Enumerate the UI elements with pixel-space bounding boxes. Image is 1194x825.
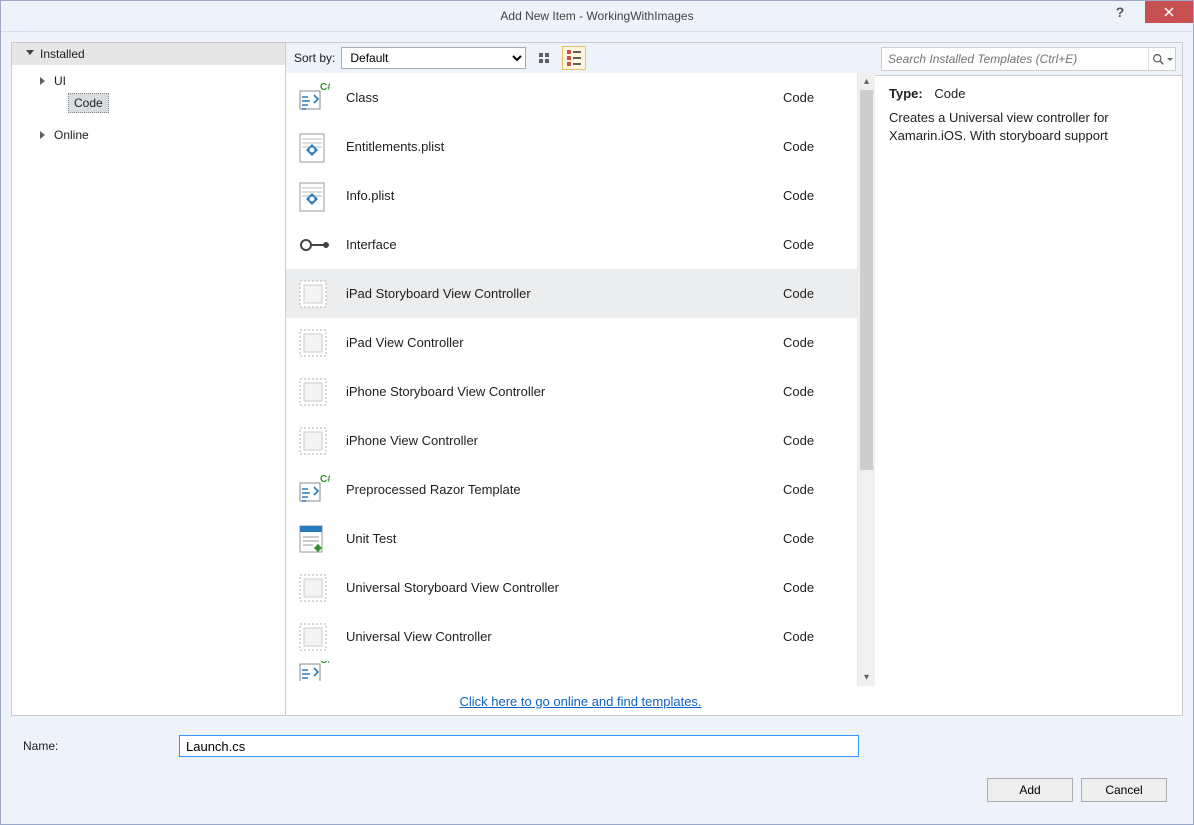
viewcontroller-icon [296, 326, 330, 360]
online-link-row: Click here to go online and find templat… [286, 686, 875, 715]
template-category: Code [783, 433, 843, 448]
name-label: Name: [17, 739, 169, 753]
viewcontroller-icon [296, 277, 330, 311]
plist-icon [296, 130, 330, 164]
view-small-icons-button[interactable] [562, 46, 586, 70]
cancel-button[interactable]: Cancel [1081, 778, 1167, 802]
template-row[interactable]: Class Code [286, 73, 857, 122]
search-input[interactable] [882, 52, 1148, 66]
template-category: Code [783, 482, 843, 497]
scrollbar[interactable]: ▴ ▾ [857, 73, 875, 686]
viewcontroller-icon [296, 620, 330, 654]
tree-node-ui[interactable]: UI [12, 71, 285, 91]
template-row[interactable]: Info.plist Code [286, 171, 857, 220]
csharp-class-icon [296, 661, 330, 681]
search-button[interactable] [1148, 48, 1175, 70]
name-row: Name: [11, 716, 1183, 766]
template-details: Type: Code Creates a Universal view cont… [875, 75, 1182, 715]
template-name: iPhone View Controller [346, 433, 767, 448]
template-category: Code [783, 629, 843, 644]
template-row[interactable]: iPad Storyboard View Controller Code [286, 269, 857, 318]
dialog-window: Add New Item - WorkingWithImages ? Insta… [0, 0, 1194, 825]
template-name: iPad View Controller [346, 335, 767, 350]
tree-node-code[interactable]: Code [68, 93, 109, 113]
viewcontroller-icon [296, 375, 330, 409]
titlebar: Add New Item - WorkingWithImages ? [1, 1, 1193, 32]
template-row[interactable] [286, 661, 857, 681]
template-category: Code [783, 531, 843, 546]
plist-icon [296, 179, 330, 213]
template-category: Code [783, 384, 843, 399]
template-row[interactable]: iPhone Storyboard View Controller Code [286, 367, 857, 416]
online-templates-link[interactable]: Click here to go online and find templat… [459, 694, 701, 709]
category-tree[interactable]: Installed UI Code Online [11, 42, 286, 716]
template-name: Unit Test [346, 531, 767, 546]
close-button[interactable] [1145, 1, 1193, 23]
template-row[interactable]: Universal View Controller Code [286, 612, 857, 661]
template-name: Interface [346, 237, 767, 252]
sort-select[interactable]: Default [341, 47, 526, 69]
unittest-icon [296, 522, 330, 556]
scroll-up-button[interactable]: ▴ [858, 73, 875, 90]
type-label: Type: [889, 86, 923, 101]
scroll-thumb[interactable] [860, 90, 873, 470]
template-category: Code [783, 188, 843, 203]
template-row[interactable]: Unit Test Code [286, 514, 857, 563]
interface-icon [296, 228, 330, 262]
name-input[interactable] [179, 735, 859, 757]
template-category: Code [783, 237, 843, 252]
template-name: iPhone Storyboard View Controller [346, 384, 767, 399]
window-title: Add New Item - WorkingWithImages [1, 9, 1193, 23]
scroll-down-button[interactable]: ▾ [858, 669, 875, 686]
template-name: Info.plist [346, 188, 767, 203]
search-box [881, 47, 1176, 71]
template-name: Universal Storyboard View Controller [346, 580, 767, 595]
template-name: Universal View Controller [346, 629, 767, 644]
type-description: Creates a Universal view controller for … [889, 109, 1168, 145]
list-icon [567, 50, 581, 66]
csharp-class-icon [296, 473, 330, 507]
type-value: Code [934, 86, 965, 101]
template-category: Code [783, 286, 843, 301]
template-category: Code [783, 90, 843, 105]
template-row[interactable]: iPad View Controller Code [286, 318, 857, 367]
template-row[interactable]: iPhone View Controller Code [286, 416, 857, 465]
tree-node-online[interactable]: Online [12, 125, 285, 145]
close-icon [1164, 7, 1174, 17]
template-name: iPad Storyboard View Controller [346, 286, 767, 301]
template-name: Entitlements.plist [346, 139, 767, 154]
csharp-class-icon [296, 81, 330, 115]
template-list[interactable]: ClassCodeEntitlements.plistCodeInfo.plis… [286, 73, 857, 686]
template-category: Code [783, 139, 843, 154]
template-category: Code [783, 580, 843, 595]
viewcontroller-icon [296, 424, 330, 458]
help-button[interactable]: ? [1105, 1, 1135, 23]
sort-toolbar: Sort by: Default [286, 43, 875, 73]
sort-label: Sort by: [294, 51, 335, 65]
template-row[interactable]: Entitlements.plist Code [286, 122, 857, 171]
search-icon [1152, 53, 1165, 66]
template-category: Code [783, 335, 843, 350]
template-row[interactable]: Preprocessed Razor Template Code [286, 465, 857, 514]
template-row[interactable]: Interface Code [286, 220, 857, 269]
dialog-buttons: Add Cancel [11, 766, 1183, 814]
template-name: Preprocessed Razor Template [346, 482, 767, 497]
view-medium-icons-button[interactable] [532, 46, 556, 70]
add-button[interactable]: Add [987, 778, 1073, 802]
template-row[interactable]: Universal Storyboard View Controller Code [286, 563, 857, 612]
template-name: Class [346, 90, 767, 105]
grid-icon [539, 53, 549, 63]
tree-node-installed[interactable]: Installed [12, 43, 285, 65]
viewcontroller-icon [296, 571, 330, 605]
